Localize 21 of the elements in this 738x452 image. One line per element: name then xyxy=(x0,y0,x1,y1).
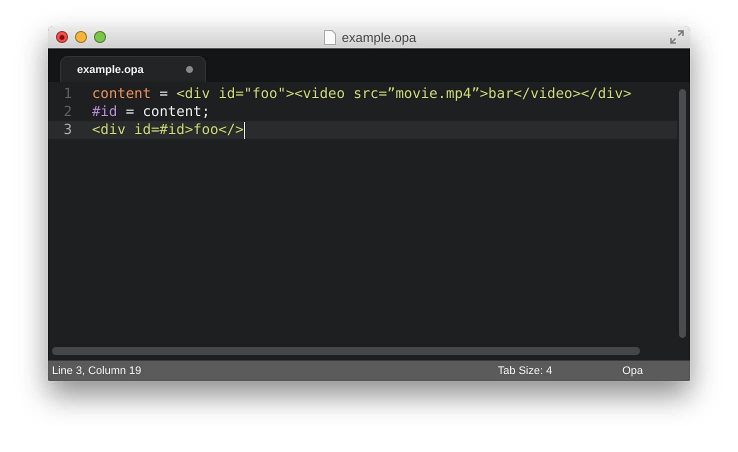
line-number: 2 xyxy=(62,103,73,121)
code-line: content = <div id="foo"><video src=”movie.mp4”>bar</video></div> xyxy=(92,85,632,103)
zoom-button[interactable] xyxy=(94,31,106,43)
fullscreen-icon[interactable] xyxy=(670,30,684,44)
code-editor[interactable]: 1 content = <div id="foo"><video src=”movie.mp4”>bar</video></div> 2 #id = content; 3 <div id=#id>foo</> xyxy=(48,82,690,346)
text-cursor xyxy=(244,122,245,138)
line-number: 1 xyxy=(62,85,73,103)
syntax-label[interactable]: Opa xyxy=(622,365,643,377)
unsaved-dot-icon[interactable] xyxy=(186,66,193,73)
window-title: example.opa xyxy=(342,30,416,44)
tab-size-label[interactable]: Tab Size: 4 xyxy=(498,365,552,377)
code-line: <div id=#id>foo</> xyxy=(92,121,244,139)
line-number: 3 xyxy=(62,121,73,139)
cursor-position: Line 3, Column 19 xyxy=(52,365,142,377)
document-icon xyxy=(324,30,336,44)
code-line: #id = content; xyxy=(92,103,210,121)
minimize-button[interactable] xyxy=(75,31,87,43)
close-button[interactable] xyxy=(56,31,68,43)
horizontal-scrollbar[interactable] xyxy=(52,347,640,355)
file-tab[interactable]: example.opa xyxy=(60,56,206,82)
vertical-scrollbar[interactable] xyxy=(679,89,686,338)
